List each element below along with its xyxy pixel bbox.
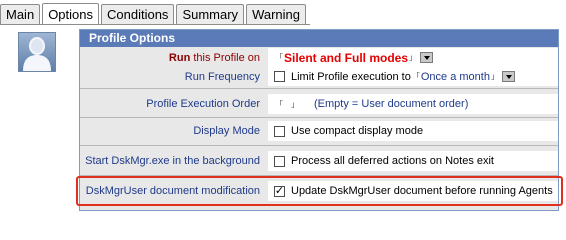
execution-order-value-cell: 「 」 (Empty = User document order) [268, 94, 558, 114]
deferred-actions-checkbox[interactable] [274, 155, 285, 167]
tab-summary[interactable]: Summary [176, 4, 245, 24]
run-frequency-label: Run Frequency [184, 70, 260, 83]
run-on-value[interactable]: Silent and Full modes [284, 51, 408, 65]
field-bracket-close: 」 [409, 53, 418, 62]
row-divider [80, 145, 558, 146]
update-document-label: Update DskMgrUser document before runnin… [291, 185, 553, 197]
row-execution-order: Profile Execution Order 「 」 (Empty = Use… [80, 94, 558, 114]
field-bracket-open: 「 [275, 53, 283, 62]
run-frequency-value-cell: Limit Profile execution to 「 Once a mont… [268, 67, 558, 86]
compact-display-checkbox[interactable] [274, 125, 285, 137]
row-divider [80, 117, 558, 118]
field-bracket-open: 「 [275, 99, 283, 109]
field-bracket-close: 」 [291, 99, 299, 109]
update-document-checkbox[interactable] [274, 185, 285, 197]
field-bracket-close: 」 [490, 72, 499, 81]
panel-title: Profile Options [80, 30, 558, 47]
row-doc-modification: DskMgrUser document modification Update … [80, 181, 558, 201]
background-value-cell: Process all deferred actions on Notes ex… [268, 151, 558, 171]
run-label-strong: Run [168, 51, 191, 64]
limit-execution-checkbox[interactable] [274, 71, 285, 82]
tab-warning[interactable]: Warning [246, 4, 306, 24]
compact-display-label: Use compact display mode [291, 125, 424, 137]
tab-options[interactable]: Options [42, 3, 99, 25]
limit-execution-label: Limit Profile execution to [291, 70, 411, 83]
user-avatar-icon [18, 32, 56, 72]
run-label-rest: this Profile on [190, 51, 260, 64]
dropdown-arrow-icon[interactable] [501, 71, 515, 82]
field-bracket-open: 「 [411, 72, 420, 81]
row-background: Start DskMgr.exe in the background Proce… [80, 151, 558, 171]
execution-order-label: Profile Execution Order [146, 98, 260, 110]
frequency-value[interactable]: Once a month [421, 71, 490, 83]
background-label: Start DskMgr.exe in the background [85, 155, 260, 167]
display-mode-label: Display Mode [193, 125, 260, 137]
tab-strip: Main Options Conditions Summary Warning [0, 2, 308, 25]
execution-order-hint: (Empty = User document order) [314, 98, 469, 110]
dropdown-arrow-icon[interactable] [420, 52, 434, 63]
row-display-mode: Display Mode Use compact display mode [80, 121, 558, 141]
deferred-actions-label: Process all deferred actions on Notes ex… [291, 155, 494, 167]
row-run-on: Run this Profile on 「 Silent and Full mo… [80, 48, 558, 67]
row-divider [80, 88, 558, 89]
doc-modification-value-cell: Update DskMgrUser document before runnin… [268, 181, 558, 201]
display-mode-value-cell: Use compact display mode [268, 121, 558, 141]
tab-divider [0, 24, 310, 25]
tab-main[interactable]: Main [0, 4, 41, 24]
doc-modification-label: DskMgrUser document modification [85, 185, 260, 197]
run-on-label: Run this Profile on [80, 52, 266, 64]
tab-conditions[interactable]: Conditions [101, 4, 175, 24]
run-on-value-cell: 「 Silent and Full modes 」 [268, 48, 558, 67]
row-run-frequency: Run Frequency Limit Profile execution to… [80, 67, 558, 86]
profile-options-panel: Profile Options Run this Profile on 「 Si… [79, 29, 559, 211]
row-divider [80, 175, 558, 176]
